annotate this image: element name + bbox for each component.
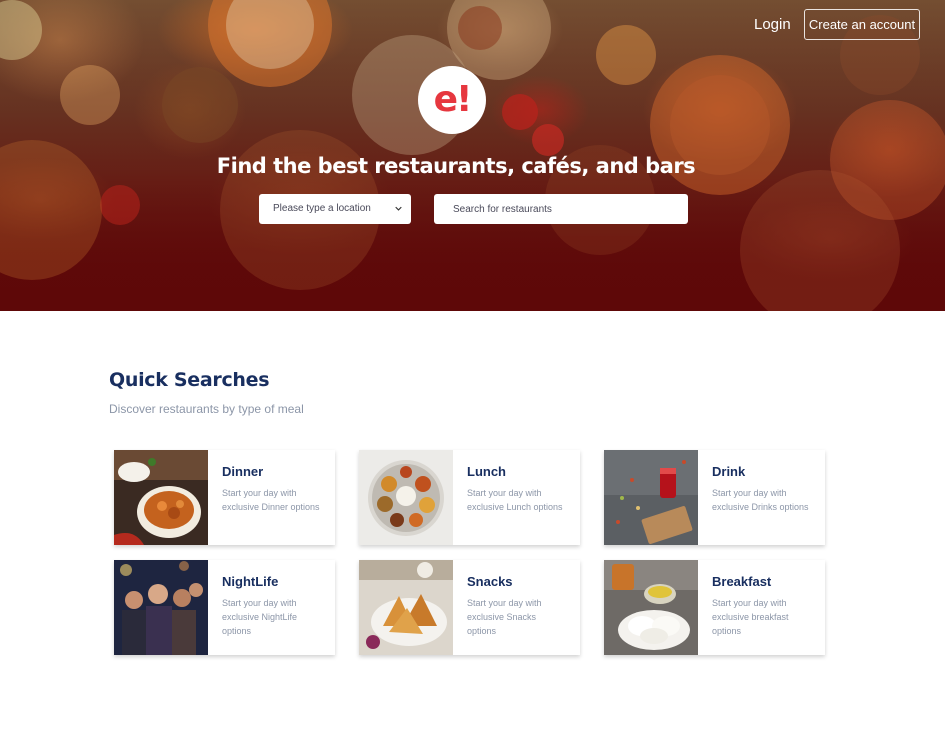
card-title: Lunch bbox=[467, 464, 506, 479]
card-title: Snacks bbox=[467, 574, 513, 589]
chevron-down-icon bbox=[395, 206, 402, 211]
card-description: Start your day with exclusive Lunch opti… bbox=[467, 488, 563, 512]
card-title: Drink bbox=[712, 464, 746, 479]
brand-logo[interactable]: e! bbox=[418, 66, 486, 134]
card-description: Start your day with exclusive Snacks opt… bbox=[467, 598, 542, 636]
drink-image bbox=[604, 450, 698, 545]
card-title: Breakfast bbox=[712, 574, 772, 589]
quick-searches-subtitle: Discover restaurants by type of meal bbox=[109, 402, 304, 416]
card-description: Start your day with exclusive Dinner opt… bbox=[222, 488, 320, 512]
quick-search-card-dinner[interactable]: Dinner Start your day with exclusive Din… bbox=[114, 450, 335, 545]
quick-search-card-snacks[interactable]: Snacks Start your day with exclusive Sna… bbox=[359, 560, 580, 655]
card-description: Start your day with exclusive Drinks opt… bbox=[712, 488, 809, 512]
card-title: NightLife bbox=[222, 574, 279, 589]
hero-headline: Find the best restaurants, cafés, and ba… bbox=[216, 154, 696, 178]
card-title: Dinner bbox=[222, 464, 264, 479]
location-select-placeholder: Please type a location bbox=[273, 203, 371, 214]
card-description: Start your day with exclusive breakfast … bbox=[712, 598, 789, 636]
login-button[interactable]: Login bbox=[748, 10, 797, 40]
quick-search-card-lunch[interactable]: Lunch Start your day with exclusive Lunc… bbox=[359, 450, 580, 545]
dinner-image bbox=[114, 450, 208, 545]
location-select[interactable]: Please type a location bbox=[259, 194, 411, 224]
quick-searches-title: Quick Searches bbox=[109, 369, 270, 391]
create-account-button[interactable]: Create an account bbox=[804, 9, 920, 40]
card-description: Start your day with exclusive NightLife … bbox=[222, 598, 298, 636]
hero-banner: Login Create an account e! Find the best… bbox=[0, 0, 945, 311]
quick-search-card-drink[interactable]: Drink Start your day with exclusive Drin… bbox=[604, 450, 825, 545]
breakfast-image bbox=[604, 560, 698, 655]
nightlife-image bbox=[114, 560, 208, 655]
brand-logo-text: e! bbox=[433, 79, 473, 120]
restaurant-search-input[interactable] bbox=[434, 194, 688, 224]
quick-search-card-breakfast[interactable]: Breakfast Start your day with exclusive … bbox=[604, 560, 825, 655]
quick-search-card-nightlife[interactable]: NightLife Start your day with exclusive … bbox=[114, 560, 335, 655]
snacks-image bbox=[359, 560, 453, 655]
lunch-image bbox=[359, 450, 453, 545]
